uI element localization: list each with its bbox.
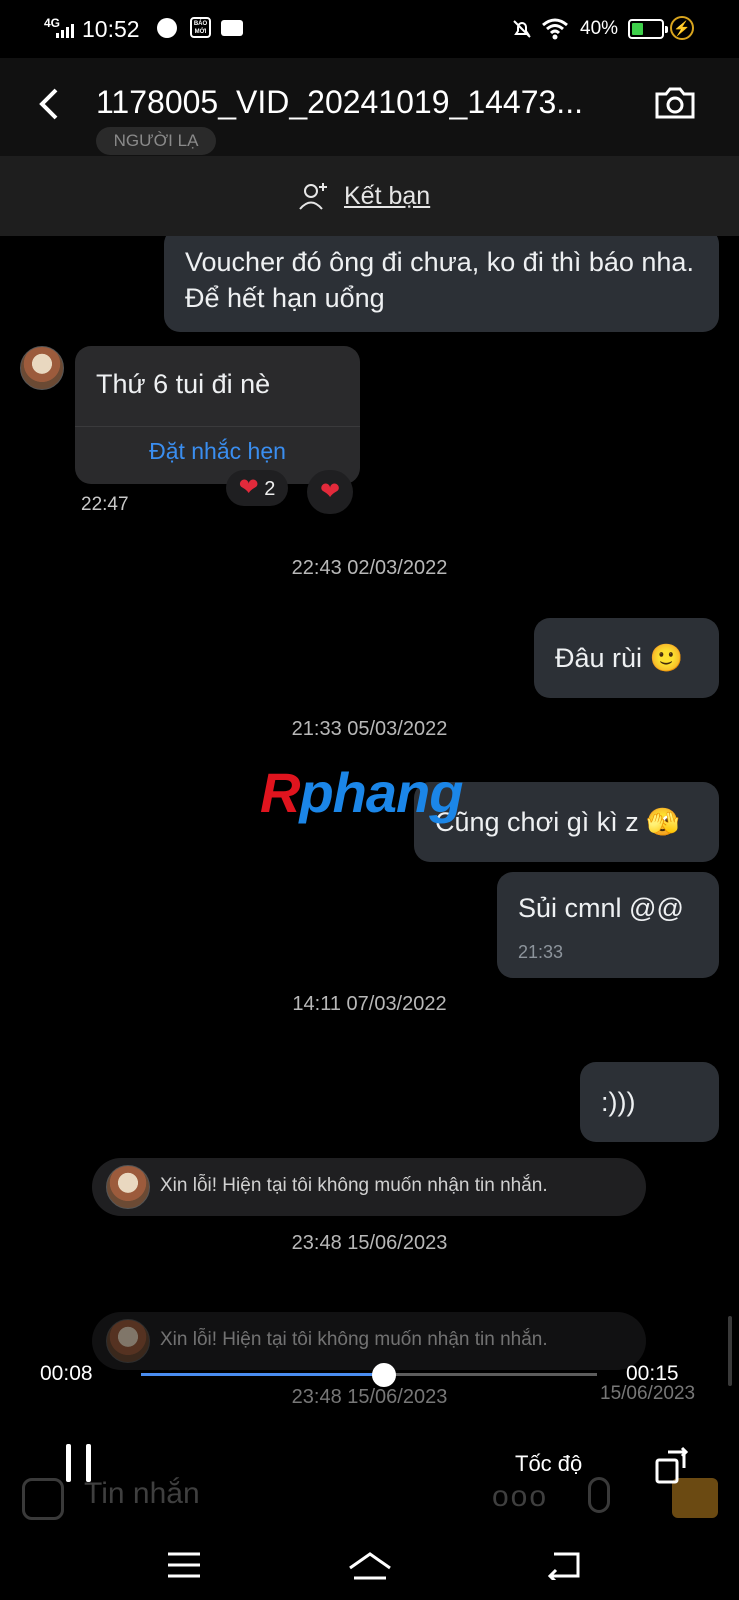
- date-separator: 23:48 15/06/2023: [291, 1232, 448, 1254]
- message-text: Cũng chơi gì kì z 🫣: [435, 807, 680, 837]
- clock: 10:52: [82, 16, 140, 42]
- contact-avatar[interactable]: [106, 1319, 150, 1363]
- browser-icon: [157, 18, 177, 38]
- chat-thread[interactable]: Voucher đó ông đi chưa, ko đi thì báo nh…: [0, 236, 739, 1600]
- charging-icon: ⚡: [670, 16, 694, 40]
- rotate-screen-icon[interactable]: [654, 1446, 694, 1486]
- notice-text: Xin lỗi! Hiện tại tôi không muốn nhận ti…: [160, 1175, 548, 1196]
- message-bubble-sent[interactable]: :))): [580, 1062, 719, 1142]
- notice-text: Xin lỗi! Hiện tại tôi không muốn nhận ti…: [160, 1329, 548, 1350]
- back-nav-icon[interactable]: [544, 1550, 582, 1580]
- heart-icon: ❤: [238, 474, 259, 501]
- seek-bar[interactable]: [141, 1373, 597, 1376]
- more-icon[interactable]: ooo: [492, 1480, 548, 1514]
- contact-avatar[interactable]: [20, 346, 64, 390]
- status-bar: 4G 10:52 BÁO MỚI 40% ⚡: [0, 0, 739, 58]
- message-time: 21:33: [518, 942, 564, 962]
- emoji-icon[interactable]: [22, 1478, 64, 1520]
- message-text: Đâu rùi 🙂: [555, 643, 684, 673]
- message-text: :))): [601, 1087, 636, 1117]
- date-separator: 14:11 07/03/2022: [292, 993, 447, 1015]
- screenshot-camera-icon[interactable]: [654, 86, 696, 120]
- pause-icon: [66, 1444, 71, 1482]
- message-bubble-sent[interactable]: Sủi cmnl @@ 21:33: [497, 872, 719, 978]
- wifi-icon: [542, 18, 568, 40]
- baomoi-icon: BÁO MỚI: [190, 17, 211, 38]
- stranger-badge: NGƯỜI LẠ: [96, 127, 216, 155]
- speed-button[interactable]: Tốc độ: [515, 1451, 582, 1477]
- react-heart-button[interactable]: ❤: [307, 470, 353, 514]
- set-reminder-link[interactable]: Đặt nhắc hẹn: [75, 438, 360, 465]
- total-time: 00:15: [626, 1362, 679, 1385]
- watermark-rest: phang: [299, 761, 463, 824]
- video-title: 1178005_VID_20241019_14473...: [96, 84, 583, 120]
- mail-icon: [221, 20, 243, 36]
- rphang-watermark-logo: Rphang: [260, 760, 463, 825]
- home-icon[interactable]: [346, 1550, 394, 1582]
- message-input[interactable]: Tin nhắn: [84, 1477, 200, 1511]
- add-friend-label[interactable]: Kết bạn: [344, 182, 430, 211]
- reaction-summary[interactable]: ❤ 2: [226, 470, 288, 506]
- add-friend-icon: [299, 183, 327, 210]
- mute-icon: [513, 20, 531, 38]
- pause-button[interactable]: [64, 1444, 94, 1482]
- back-icon[interactable]: [34, 84, 74, 128]
- heart-icon: ❤: [319, 478, 341, 505]
- message-bubble-received[interactable]: Thứ 6 tui đi nè Đặt nhắc hẹn: [75, 346, 360, 484]
- system-notice: Xin lỗi! Hiện tại tôi không muốn nhận ti…: [92, 1312, 646, 1370]
- battery-percent: 40%: [580, 18, 619, 39]
- contact-avatar[interactable]: [106, 1165, 150, 1209]
- seek-progress: [141, 1373, 385, 1376]
- message-bubble-sent[interactable]: Voucher đó ông đi chưa, ko đi thì báo nh…: [164, 236, 719, 332]
- mic-icon[interactable]: [588, 1477, 610, 1513]
- watermark-r: R: [260, 761, 300, 824]
- date-separator: 21:33 05/03/2022: [291, 718, 448, 740]
- signal-icon: [56, 22, 74, 38]
- date-separator: 22:43 02/03/2022: [291, 557, 448, 579]
- battery-level: [632, 23, 644, 35]
- divider: [75, 426, 360, 427]
- message-bubble-sent[interactable]: Đâu rùi 🙂: [534, 618, 719, 698]
- menu-icon[interactable]: [166, 1550, 202, 1580]
- scrollbar[interactable]: [728, 1316, 732, 1386]
- message-text: Voucher đó ông đi chưa, ko đi thì báo nh…: [185, 247, 694, 313]
- side-date: 15/06/2023: [600, 1383, 696, 1404]
- message-text: Sủi cmnl @@: [518, 893, 684, 923]
- reaction-count: 2: [264, 478, 276, 500]
- message-time: 22:47: [81, 494, 129, 515]
- battery-icon: [628, 19, 668, 39]
- seek-thumb[interactable]: [372, 1363, 397, 1387]
- system-nav-bar: [0, 1532, 739, 1600]
- message-text: Thứ 6 tui đi nè: [96, 369, 271, 399]
- add-friend-banner[interactable]: Kết bạn: [0, 156, 739, 236]
- current-time: 00:08: [40, 1362, 93, 1385]
- system-notice: Xin lỗi! Hiện tại tôi không muốn nhận ti…: [92, 1158, 646, 1216]
